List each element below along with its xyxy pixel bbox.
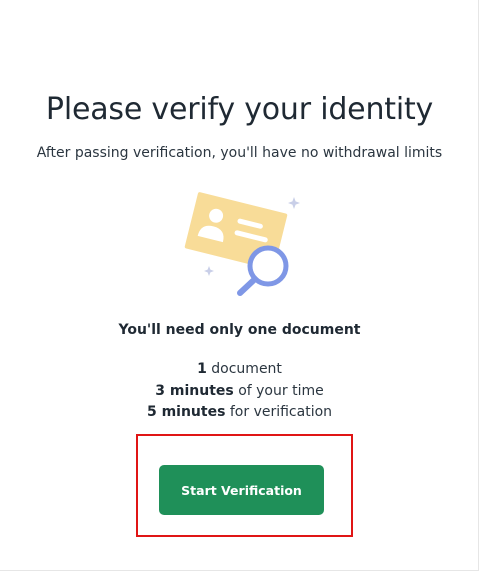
verification-page: Please verify your identity After passin… xyxy=(0,0,479,571)
requirement-document-count: 1 document xyxy=(0,359,479,381)
start-verification-button[interactable]: Start Verification xyxy=(159,465,324,515)
requirement-time: 3 minutes of your time xyxy=(0,381,479,403)
requirement-value: 3 minutes xyxy=(155,382,234,399)
requirement-verification-time: 5 minutes for verification xyxy=(0,402,479,424)
id-card-magnifier-icon xyxy=(184,192,300,296)
page-title: Please verify your identity xyxy=(45,92,434,127)
requirement-value: 1 xyxy=(197,361,207,377)
requirements-list: 1 document 3 minutes of your time 5 minu… xyxy=(0,359,479,424)
requirements-heading: You'll need only one document xyxy=(118,322,361,338)
page-subtitle: After passing verification, you'll have … xyxy=(36,145,443,161)
requirement-value: 5 minutes xyxy=(146,404,226,420)
requirement-text: for verification xyxy=(225,404,333,420)
requirement-text: document xyxy=(206,361,282,377)
requirement-text: of your time xyxy=(233,382,324,399)
